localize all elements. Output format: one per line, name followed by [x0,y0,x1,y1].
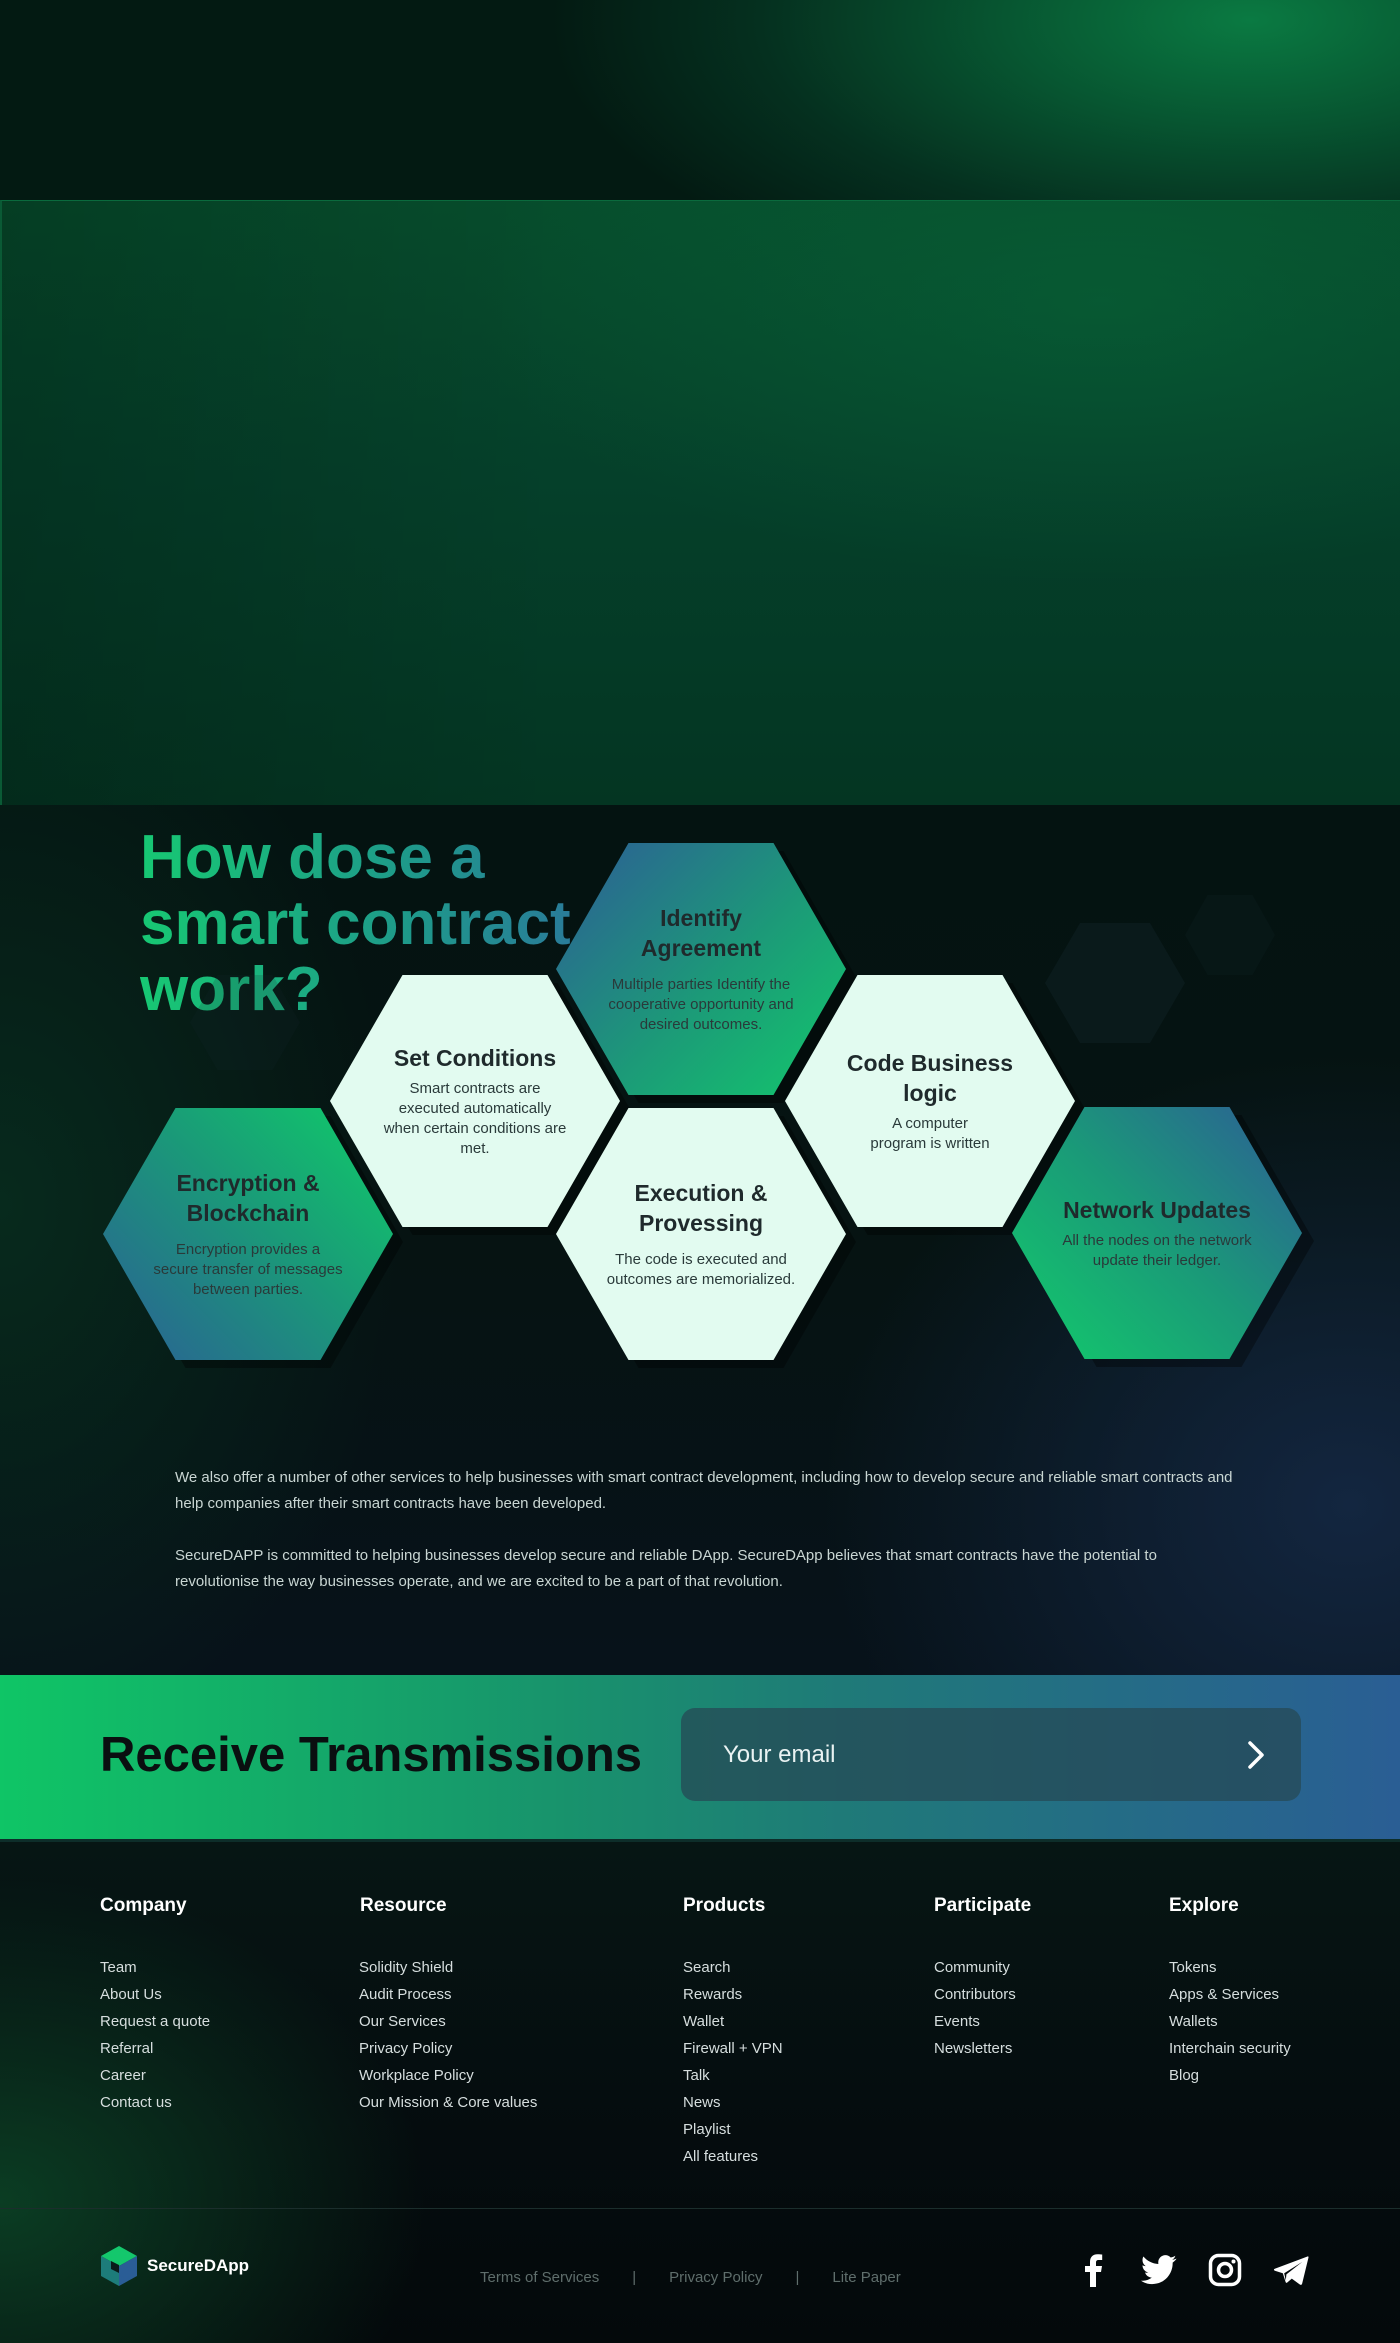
instagram-icon [1208,2253,1242,2287]
legal-links: Terms of Services | Privacy Policy | Lit… [480,2269,901,2286]
privacy-policy-link[interactable]: Privacy Policy [669,2269,762,2286]
chevron-right-icon [1248,1741,1264,1769]
facebook-link[interactable] [1075,2252,1111,2288]
footer-column-participate: Participate Community Contributors Event… [934,1895,1031,2062]
footer-link[interactable]: Firewall + VPN [683,2035,783,2062]
footer-link[interactable]: Request a quote [100,2008,210,2035]
step-title: Code Business logic [846,1050,1014,1106]
submit-button[interactable] [1233,1732,1279,1778]
email-form [681,1708,1301,1801]
column-title: Products [683,1895,766,1916]
step-title: Execution & Provessing [634,1180,768,1236]
newsletter-title: Receive Transmissions [100,1728,643,1782]
column-title: Participate [934,1895,1032,1916]
instagram-link[interactable] [1207,2252,1243,2288]
column-title: Explore [1169,1895,1239,1916]
twitter-icon [1141,2255,1177,2285]
step-description: All the nodes on the network update thei… [1062,1232,1252,1269]
footer-link[interactable]: Privacy Policy [359,2035,537,2062]
footer-column-company: Company Team About Us Request a quote Re… [100,1895,210,2116]
step-description: Encryption provides a secure transfer of… [153,1241,343,1298]
social-links [1075,2252,1309,2288]
step-title: Network Updates [1063,1197,1251,1223]
email-input[interactable] [723,1736,1203,1774]
footer-link[interactable]: Career [100,2062,210,2089]
footer: Company Team About Us Request a quote Re… [0,1842,1400,2343]
how-title-line-1: How dose a [140,823,485,892]
footer-link[interactable]: Rewards [683,1981,783,2008]
column-title: Resource [360,1895,447,1916]
twitter-link[interactable] [1141,2252,1177,2288]
footer-link[interactable]: Search [683,1954,783,1981]
footer-link[interactable]: All features [683,2143,783,2170]
footer-column-products: Products Search Rewards Wallet Firewall … [683,1895,783,2170]
description-paragraph: SecureDAPP is committed to helping busin… [175,1547,1157,1590]
hero-background [0,0,1400,200]
decorative-hex [1045,923,1185,1043]
footer-link[interactable]: About Us [100,1981,210,2008]
securedapp-logo-icon [101,2246,137,2286]
footer-link[interactable]: Wallet [683,2008,783,2035]
footer-link[interactable]: Workplace Policy [359,2062,537,2089]
brand-name: SecureDApp [147,2256,250,2275]
footer-column-explore: Explore Tokens Apps & Services Wallets I… [1169,1895,1291,2089]
footer-link[interactable]: Referral [100,2035,210,2062]
footer-link[interactable]: Newsletters [934,2035,1031,2062]
step-title: Identify Agreement [640,905,762,961]
brand-logo[interactable]: SecureDApp [97,2244,249,2288]
footer-link[interactable]: Blog [1169,2062,1291,2089]
step-description: A computer program is written [870,1115,990,1152]
footer-link[interactable]: Team [100,1954,210,1981]
telegram-icon [1273,2256,1309,2285]
separator: | [632,2269,637,2286]
telegram-link[interactable] [1273,2252,1309,2288]
footer-link[interactable]: Apps & Services [1169,1981,1291,2008]
step-title: Set Conditions [393,1045,557,1071]
footer-link[interactable]: Talk [683,2062,783,2089]
footer-link[interactable]: Our Mission & Core values [359,2089,537,2116]
footer-link[interactable]: Interchain security [1169,2035,1291,2062]
description-paragraph: We also offer a number of other services… [175,1469,1233,1512]
footer-link[interactable]: Events [934,2008,1031,2035]
footer-divider [0,2208,1400,2209]
column-title: Company [100,1895,187,1916]
step-description: Multiple parties Identify the cooperativ… [608,976,794,1033]
footer-link[interactable]: Contact us [100,2089,210,2116]
footer-link[interactable]: Tokens [1169,1954,1291,1981]
footer-link[interactable]: Our Services [359,2008,537,2035]
how-description: We also offer a number of other services… [175,1465,1235,1595]
footer-link[interactable]: Audit Process [359,1981,537,2008]
footer-link[interactable]: Playlist [683,2116,783,2143]
terms-link[interactable]: Terms of Services [480,2269,599,2286]
decorative-hex [1185,895,1275,975]
footer-column-resource: Resource Solidity Shield Audit Process O… [359,1895,537,2116]
lite-paper-link[interactable]: Lite Paper [832,2269,900,2286]
footer-link[interactable]: Community [934,1954,1031,1981]
step-description: Smart contracts are executed automatical… [383,1080,567,1157]
facebook-icon [1085,2254,1103,2287]
footer-link[interactable]: Wallets [1169,2008,1291,2035]
footer-link[interactable]: Contributors [934,1981,1031,2008]
how-title-line-2: smart contract [140,889,571,958]
step-title: Encryption & Blockchain [176,1170,320,1226]
footer-link[interactable]: News [683,2089,783,2116]
hero-panel [0,200,1400,805]
newsletter-section: Receive Transmissions [0,1675,1400,1842]
footer-link[interactable]: Solidity Shield [359,1954,537,1981]
step-description: The code is executed and outcomes are me… [606,1251,796,1288]
separator: | [795,2269,800,2286]
how-it-works-section: How dose a smart contract work? Identify… [0,805,1400,1675]
